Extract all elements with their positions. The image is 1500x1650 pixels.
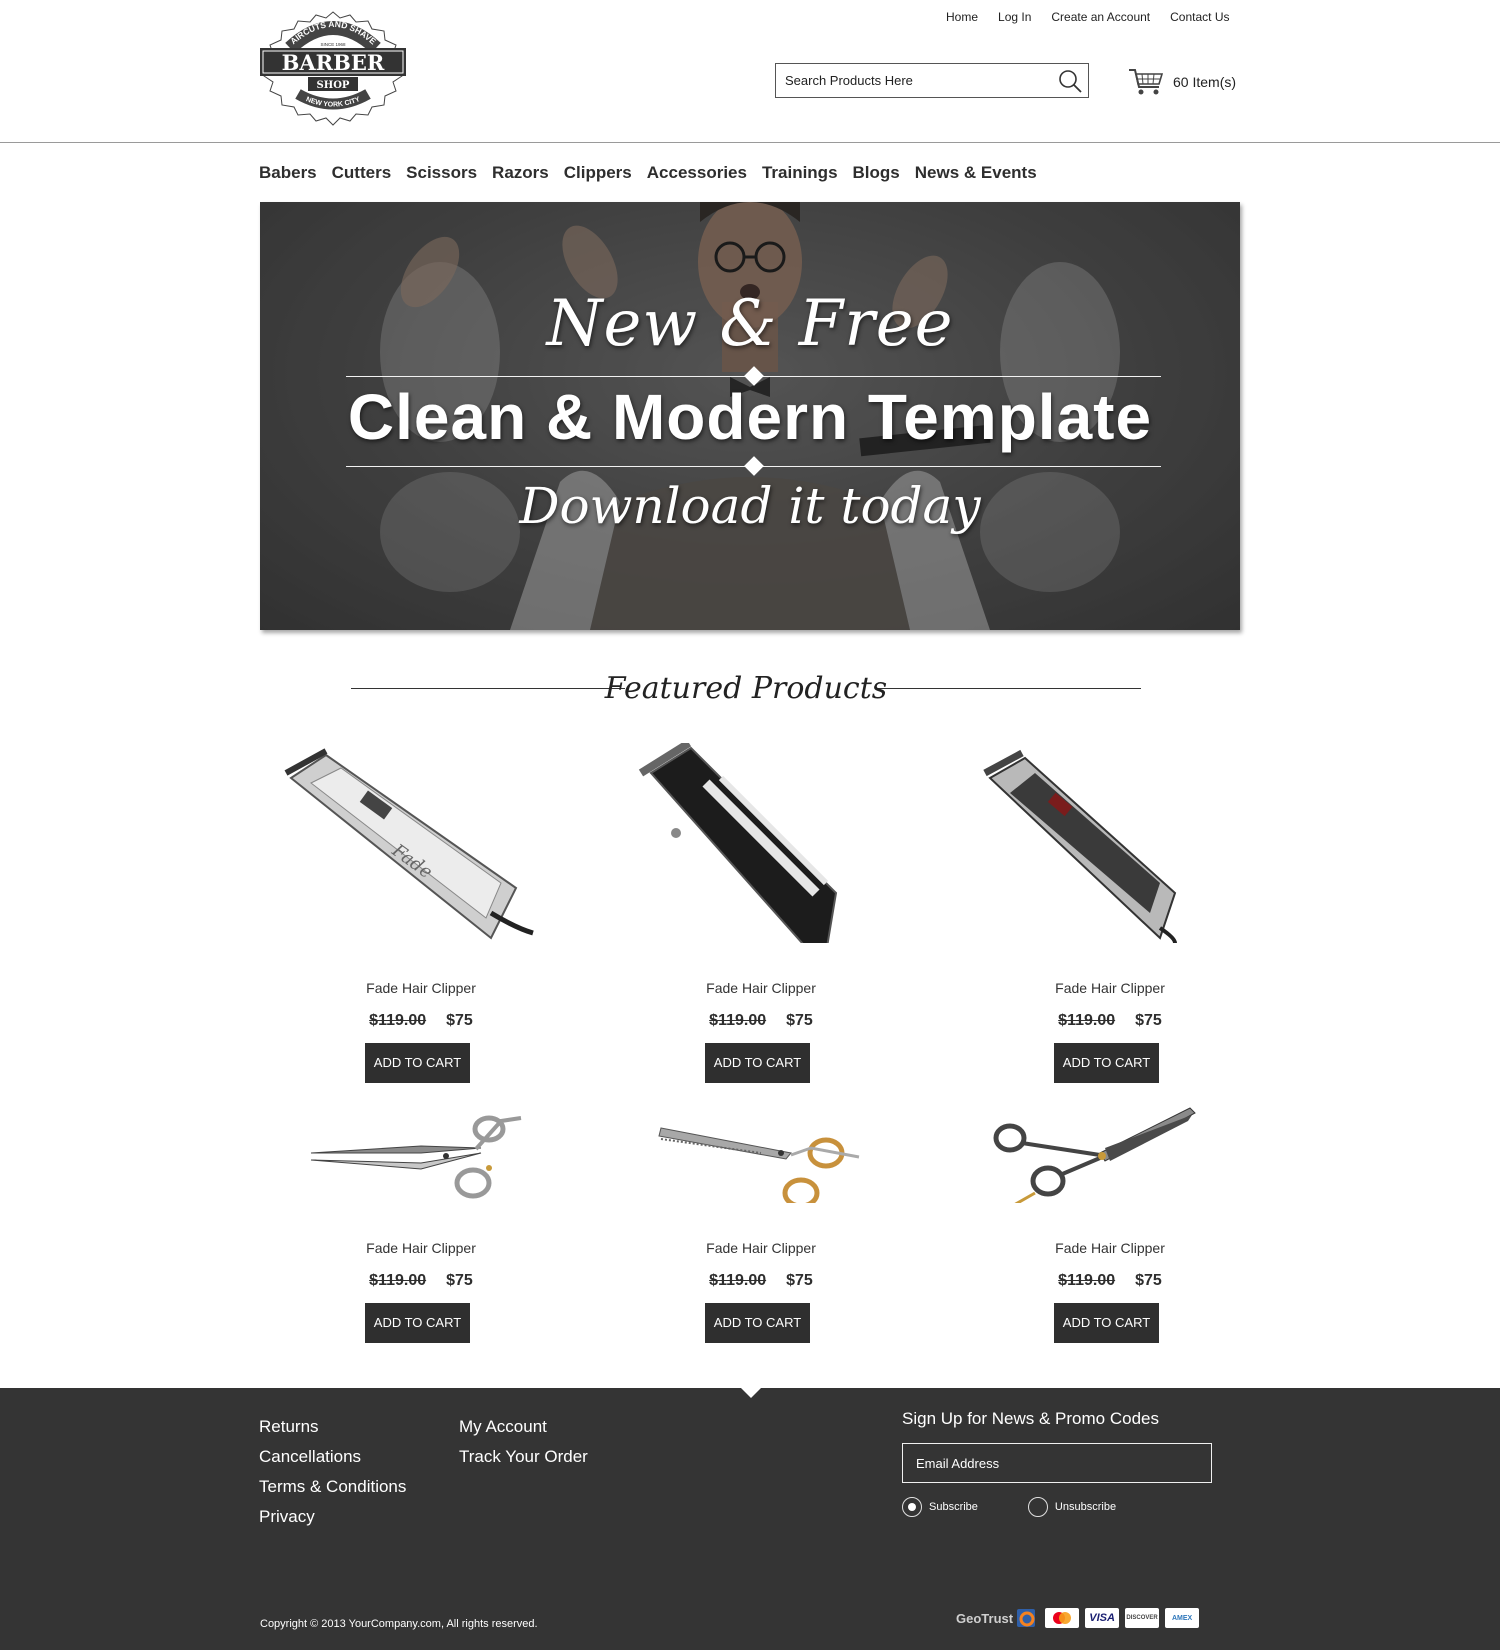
footer-link-track-order[interactable]: Track Your Order <box>459 1442 588 1472</box>
nav-item-scissors[interactable]: Scissors <box>406 160 477 186</box>
footer-link-returns[interactable]: Returns <box>259 1412 406 1442</box>
add-to-cart-button[interactable]: ADD TO CART <box>705 1303 810 1343</box>
product-card: Fade Hair Clipper $119.00 $75 ADD TO CART <box>960 1003 1260 1343</box>
straight-scissors-image[interactable] <box>271 1003 571 1203</box>
subscribe-radio[interactable]: Subscribe <box>902 1497 978 1517</box>
search-icon[interactable] <box>1058 69 1082 93</box>
featured-title: Featured Products <box>604 671 888 706</box>
product-name: Fade Hair Clipper <box>1055 1240 1165 1256</box>
copyright-text: Copyright © 2013 YourCompany.com, All ri… <box>260 1618 538 1630</box>
black-scissors-image[interactable] <box>960 1003 1260 1203</box>
main-nav: Babers Cutters Scissors Razors Clippers … <box>259 160 1052 186</box>
add-to-cart-button[interactable]: ADD TO CART <box>1054 1303 1159 1343</box>
payment-badges: GeoTrust VISA DISCOVER AMEX <box>956 1608 1205 1628</box>
site-footer: Returns Cancellations Terms & Conditions… <box>0 1388 1500 1650</box>
top-link-create-account[interactable]: Create an Account <box>1051 10 1150 28</box>
nav-item-cutters[interactable]: Cutters <box>332 160 392 186</box>
amex-icon: AMEX <box>1165 1608 1200 1628</box>
mastercard-icon <box>1045 1608 1080 1628</box>
unsubscribe-radio[interactable]: Unsubscribe <box>1027 1497 1117 1517</box>
discover-icon: DISCOVER <box>1125 1608 1160 1628</box>
nav-item-razors[interactable]: Razors <box>492 160 549 186</box>
footer-notch <box>741 1388 761 1398</box>
top-link-home[interactable]: Home <box>946 10 978 28</box>
footer-links-col-1: Returns Cancellations Terms & Conditions… <box>259 1412 406 1532</box>
product-sale-price: $75 <box>1135 1272 1162 1289</box>
footer-links-col-2: My Account Track Your Order <box>459 1412 588 1472</box>
product-old-price: $119.00 <box>369 1272 427 1289</box>
product-price: $119.00 $75 <box>271 1272 571 1290</box>
nav-item-babers[interactable]: Babers <box>259 160 317 186</box>
geotrust-icon <box>1017 1609 1036 1627</box>
radio-selected-icon <box>902 1497 922 1517</box>
cart-summary[interactable]: 60 Item(s) <box>1128 66 1236 98</box>
black-clipper-image[interactable] <box>611 743 911 943</box>
hero-script-title: New & Free <box>546 287 954 361</box>
logo-since: SINCE 1968 <box>320 42 346 47</box>
visa-icon: VISA <box>1085 1608 1120 1628</box>
geotrust-label: GeoTrust <box>956 1610 1014 1626</box>
product-card: Fade Hair Clipper $119.00 $75 ADD TO CART <box>611 1003 911 1343</box>
unsubscribe-label: Unsubscribe <box>1054 1501 1117 1513</box>
product-price: $119.00 $75 <box>611 1272 911 1290</box>
nav-item-clippers[interactable]: Clippers <box>564 160 632 186</box>
product-name: Fade Hair Clipper <box>1055 980 1165 996</box>
product-sale-price: $75 <box>446 1272 473 1289</box>
product-name: Fade Hair Clipper <box>366 1240 476 1256</box>
product-name: Fade Hair Clipper <box>366 980 476 996</box>
footer-link-cancellations[interactable]: Cancellations <box>259 1442 406 1472</box>
subscribe-label: Subscribe <box>929 1501 978 1513</box>
nav-item-accessories[interactable]: Accessories <box>647 160 747 186</box>
chrome-clipper-image[interactable] <box>960 743 1260 943</box>
shopping-cart-icon <box>1129 69 1164 95</box>
product-sale-price: $75 <box>786 1272 813 1289</box>
top-link-contact-us[interactable]: Contact Us <box>1170 10 1229 28</box>
hero-main-title: Clean & Modern Template <box>347 381 1153 453</box>
silver-clipper-image[interactable]: Fade <box>271 743 571 943</box>
newsletter-signup: Sign Up for News & Promo Codes Subscribe… <box>902 1408 1212 1517</box>
product-price: $119.00 $75 <box>960 1272 1260 1290</box>
signup-title: Sign Up for News & Promo Codes <box>902 1409 1159 1428</box>
top-link-login[interactable]: Log In <box>998 10 1031 28</box>
site-header: HAIRCUTS AND SHAVES SINCE 1968 BARBER SH… <box>0 0 1500 143</box>
logo-sub: SHOP <box>317 80 350 91</box>
email-field[interactable] <box>902 1443 1212 1483</box>
footer-link-privacy[interactable]: Privacy <box>259 1502 406 1532</box>
top-links: Home Log In Create an Account Contact Us <box>946 10 1249 28</box>
logo-main: BARBER <box>282 50 385 75</box>
product-name: Fade Hair Clipper <box>706 1240 816 1256</box>
nav-item-news-events[interactable]: News & Events <box>915 160 1037 186</box>
search-box <box>775 63 1089 98</box>
thinning-scissors-image[interactable] <box>611 1003 911 1203</box>
product-name: Fade Hair Clipper <box>706 980 816 996</box>
cart-count: 60 Item(s) <box>1173 74 1237 90</box>
radio-empty-icon <box>1027 1497 1048 1517</box>
search-input[interactable] <box>785 64 1045 97</box>
product-old-price: $119.00 <box>709 1272 767 1289</box>
subscribe-options: Subscribe Unsubscribe <box>902 1497 1212 1517</box>
add-to-cart-button[interactable]: ADD TO CART <box>365 1303 470 1343</box>
nav-item-blogs[interactable]: Blogs <box>853 160 900 186</box>
barber-shop-logo[interactable]: HAIRCUTS AND SHAVES SINCE 1968 BARBER SH… <box>258 10 408 128</box>
hero-banner[interactable]: New & Free Clean & Modern Template Downl… <box>260 202 1240 630</box>
footer-link-terms[interactable]: Terms & Conditions <box>259 1472 406 1502</box>
nav-item-trainings[interactable]: Trainings <box>762 160 838 186</box>
featured-heading: Featured Products <box>351 664 1141 714</box>
product-card: Fade Hair Clipper $119.00 $75 ADD TO CART <box>271 1003 571 1343</box>
footer-link-my-account[interactable]: My Account <box>459 1412 588 1442</box>
hero-script-subtitle: Download it today <box>519 477 981 535</box>
product-old-price: $119.00 <box>1058 1272 1116 1289</box>
